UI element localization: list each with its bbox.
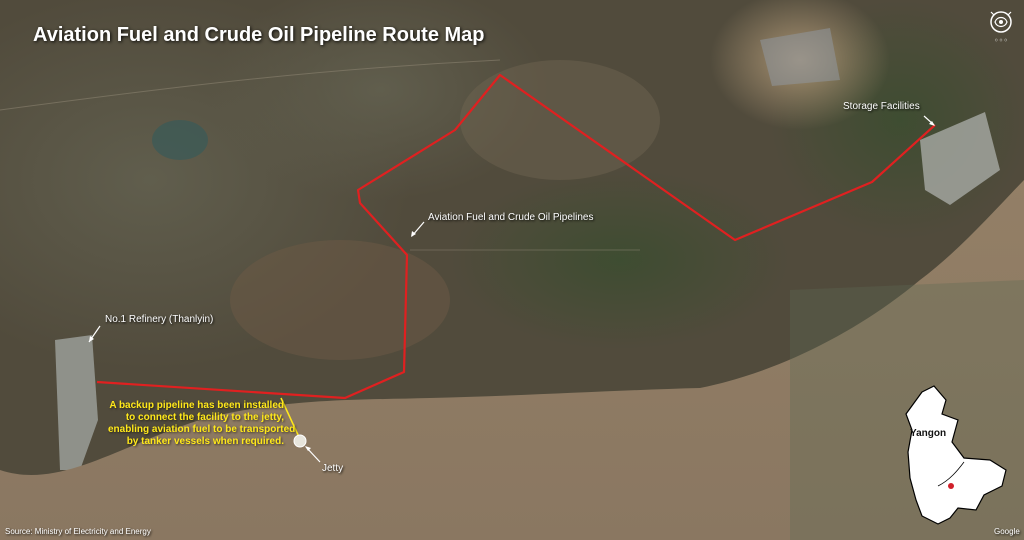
map-title: Aviation Fuel and Crude Oil Pipeline Rou… bbox=[33, 24, 485, 46]
jetty-marker bbox=[293, 434, 307, 448]
inset-region-label: Yangon bbox=[910, 428, 947, 439]
note-line: to connect the facility to the jetty, bbox=[125, 412, 284, 423]
backup-pipeline-note: A backup pipeline has been installed to … bbox=[108, 400, 296, 448]
location-marker-icon bbox=[948, 483, 954, 489]
satellite-map bbox=[0, 0, 1024, 540]
svg-text:◦◦◦: ◦◦◦ bbox=[994, 36, 1008, 45]
note-line: by tanker vessels when required. bbox=[126, 436, 284, 447]
jetty-label: Jetty bbox=[322, 463, 344, 474]
logo-emblem-icon: ◦◦◦ bbox=[990, 11, 1012, 45]
source-credit: Source: Ministry of Electricity and Ener… bbox=[5, 527, 151, 536]
refinery-label: No.1 Refinery (Thanlyin) bbox=[105, 314, 214, 325]
note-line: enabling aviation fuel to be transported bbox=[108, 424, 296, 435]
pipelines-label: Aviation Fuel and Crude Oil Pipelines bbox=[428, 212, 594, 223]
map-attribution: Google bbox=[994, 527, 1020, 536]
note-line: A backup pipeline has been installed bbox=[109, 400, 284, 411]
storage-label: Storage Facilities bbox=[843, 101, 920, 112]
